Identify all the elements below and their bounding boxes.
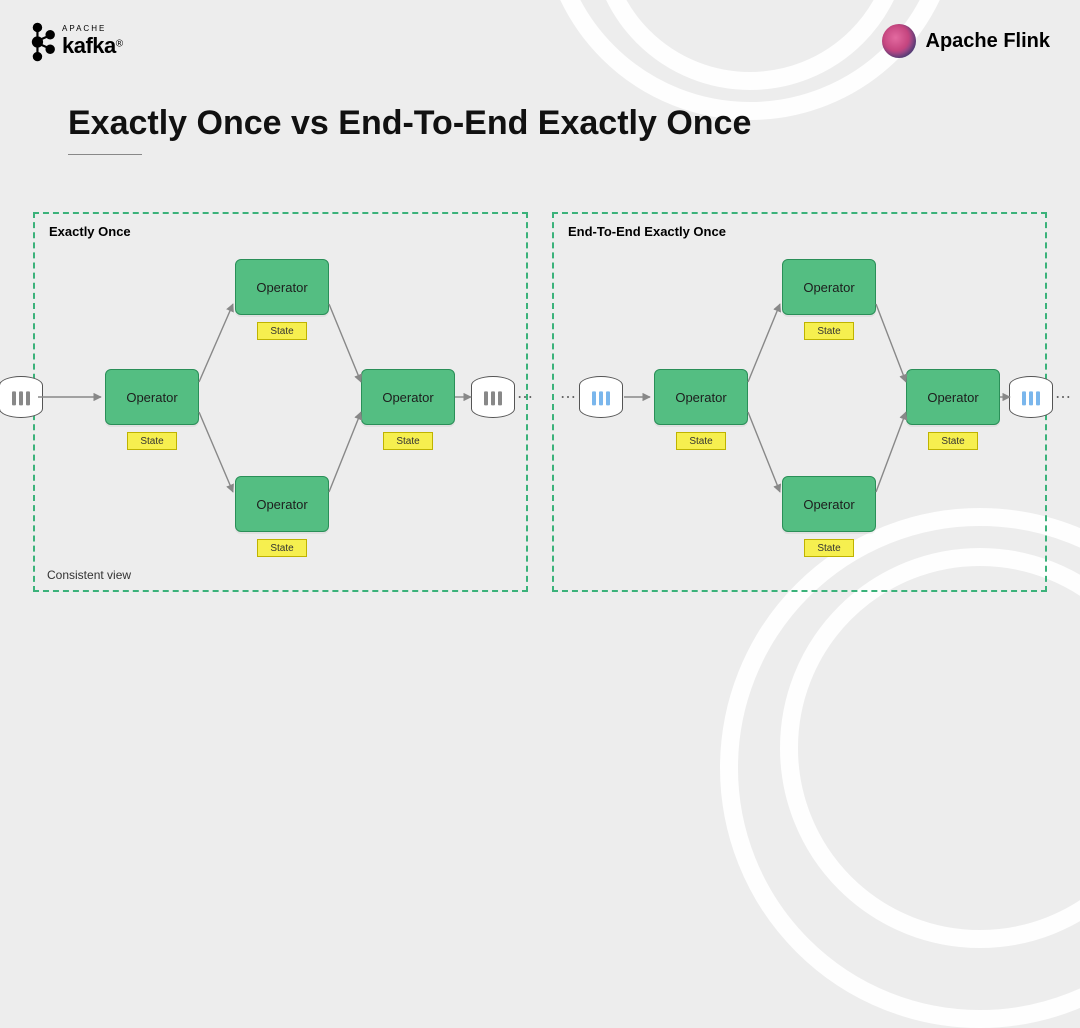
panel-end-to-end-exactly-once: End-To-End Exactly Once ⋯ Operator State… — [552, 212, 1047, 592]
state-badge: State — [804, 322, 854, 340]
flink-squirrel-icon — [882, 24, 916, 58]
flink-logo: Apache Flink — [882, 24, 1050, 58]
kafka-word-text: kafka — [62, 33, 116, 58]
flink-word-text: Apache Flink — [926, 30, 1050, 53]
bg-ring — [540, 0, 960, 120]
bg-ring — [780, 548, 1080, 948]
operator-node: Operator — [782, 259, 876, 315]
sink-queue: ⋯ — [471, 376, 534, 418]
operator-node: Operator — [105, 369, 199, 425]
kafka-super-text: APACHE — [62, 25, 123, 33]
source-queue: ⋯ — [0, 376, 43, 418]
title-underline — [68, 154, 142, 155]
slide-title: Exactly Once vs End-To-End Exactly Once — [68, 104, 751, 143]
state-badge: State — [127, 432, 177, 450]
ellipsis-icon: ⋯ — [1055, 387, 1072, 407]
state-badge: State — [383, 432, 433, 450]
state-badge: State — [928, 432, 978, 450]
operator-node: Operator — [361, 369, 455, 425]
operator-node: Operator — [906, 369, 1000, 425]
sink-queue: ⋯ — [1009, 376, 1072, 418]
ellipsis-icon: ⋯ — [560, 387, 577, 407]
state-badge: State — [804, 539, 854, 557]
source-queue: ⋯ — [560, 376, 623, 418]
bg-ring — [590, 0, 910, 90]
kafka-logo: APACHE kafka® — [28, 22, 123, 62]
operator-node: Operator — [235, 259, 329, 315]
operator-node: Operator — [654, 369, 748, 425]
state-badge: State — [676, 432, 726, 450]
kafka-icon — [28, 22, 56, 62]
state-badge: State — [257, 322, 307, 340]
operator-node: Operator — [235, 476, 329, 532]
state-badge: State — [257, 539, 307, 557]
ellipsis-icon: ⋯ — [517, 387, 534, 407]
operator-node: Operator — [782, 476, 876, 532]
panel-exactly-once: Exactly Once Consistent view ⋯ Operator … — [33, 212, 528, 592]
